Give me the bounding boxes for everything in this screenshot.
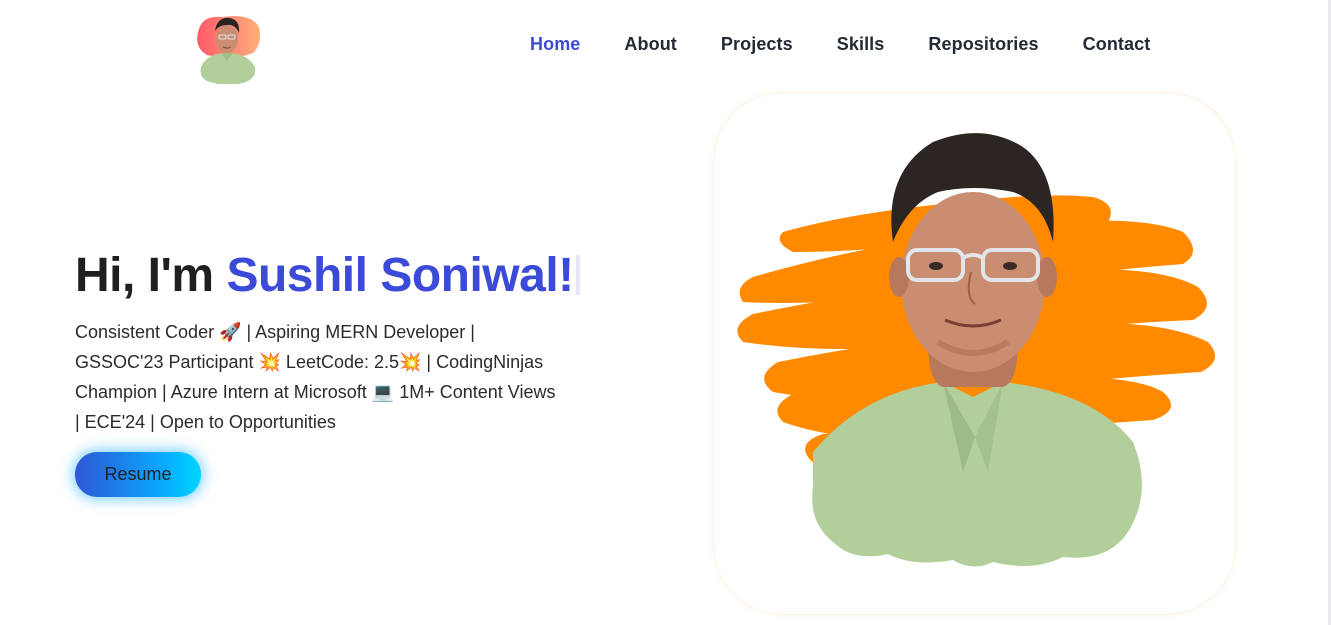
description-line-2: GSSOC'23 Participant 💥 LeetCode: 2.5💥 | … [75, 352, 544, 372]
avatar-illustration [197, 16, 261, 85]
hero-name: Sushil Soniwal! [226, 249, 574, 302]
nav-skills[interactable]: Skills [837, 34, 885, 55]
typing-cursor [575, 255, 580, 295]
nav-projects[interactable]: Projects [721, 34, 793, 55]
hero-description: Consistent Coder 🚀 | Aspiring MERN Devel… [75, 317, 615, 437]
hero-title: Hi, I'm Sushil Soniwal! [75, 248, 580, 303]
page: Home About Projects Skills Repositories … [0, 0, 1331, 625]
main-nav: Home About Projects Skills Repositories … [530, 34, 1194, 55]
description-line-1: Consistent Coder 🚀 | Aspiring MERN Devel… [75, 322, 475, 342]
logo-avatar[interactable] [193, 9, 261, 85]
resume-button[interactable]: Resume [75, 452, 201, 497]
nav-about[interactable]: About [624, 34, 676, 55]
description-line-4: | ECE'24 | Open to Opportunities [75, 412, 336, 432]
nav-repositories[interactable]: Repositories [928, 34, 1038, 55]
portrait-illustration [737, 133, 1216, 567]
nav-home[interactable]: Home [530, 34, 580, 55]
shirt-shape [812, 382, 1142, 567]
hero-greeting: Hi, I'm [75, 249, 214, 302]
nav-contact[interactable]: Contact [1083, 34, 1151, 55]
description-line-3: Champion | Azure Intern at Microsoft 💻 1… [75, 382, 556, 402]
